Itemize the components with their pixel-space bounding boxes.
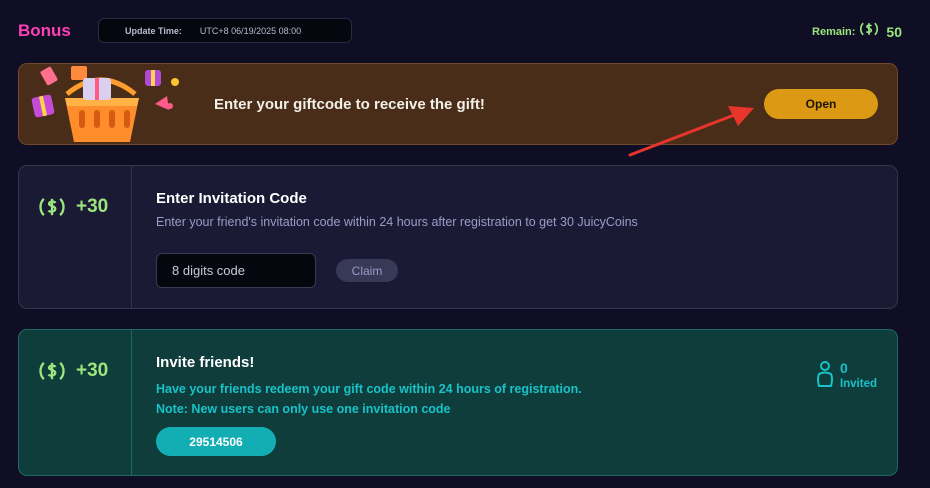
invite-friends-body: Invite friends! Have your friends redeem… — [132, 330, 897, 475]
page-title: Bonus — [18, 21, 71, 40]
invitation-code-card: +30 Enter Invitation Code Enter your fri… — [18, 165, 898, 309]
reward-amount: +30 — [76, 196, 109, 217]
invite-friends-card: +30 Invite friends! Have your friends re… — [18, 329, 898, 476]
remain-balance: Remain: 50 — [812, 19, 902, 44]
reward-amount: +30 — [76, 360, 109, 381]
giftcode-prompt: Enter your giftcode to receive the gift! — [214, 96, 485, 113]
update-time-value: UTC+8 06/19/2025 08:00 — [199, 25, 302, 36]
invited-counter: 0 Invited — [815, 360, 877, 393]
remain-value: 50 — [886, 23, 902, 40]
update-time-label: Update Time: — [125, 25, 182, 36]
open-button[interactable]: Open — [764, 89, 878, 119]
coin-icon — [38, 193, 66, 226]
annotation-arrow — [628, 106, 754, 157]
invitation-code-body: Enter Invitation Code Enter your friend'… — [132, 166, 897, 308]
invite-code-button[interactable]: 29514506 — [156, 427, 276, 456]
bonus-page: Bonus Update Time: UTC+8 06/19/2025 08:0… — [0, 0, 930, 488]
invited-count: 0 — [839, 360, 848, 376]
invite-description-line2: Note: New users can only use one invitat… — [156, 402, 451, 416]
coin-icon — [859, 19, 879, 44]
invite-description-line1: Have your friends redeem your gift code … — [156, 382, 582, 396]
invitation-code-description: Enter your friend's invitation code with… — [156, 215, 638, 229]
claim-button[interactable]: Claim — [336, 259, 398, 282]
invited-label: Invited — [839, 378, 877, 390]
invited-stack: 0 Invited — [840, 360, 877, 390]
remain-label: Remain: — [812, 25, 856, 38]
invitation-code-input[interactable] — [156, 253, 316, 288]
invitation-reward: +30 — [19, 166, 132, 308]
user-icon — [815, 360, 835, 393]
giftcode-banner: Enter your giftcode to receive the gift!… — [18, 63, 898, 145]
gift-basket-icon — [31, 66, 179, 142]
update-time-box: Update Time: UTC+8 06/19/2025 08:00 — [98, 18, 352, 43]
invite-reward: +30 — [19, 330, 132, 475]
coin-icon — [38, 357, 66, 390]
invite-friends-title: Invite friends! — [156, 354, 255, 371]
invitation-code-title: Enter Invitation Code — [156, 190, 307, 207]
invite-friends-description: Have your friends redeem your gift code … — [156, 379, 897, 419]
